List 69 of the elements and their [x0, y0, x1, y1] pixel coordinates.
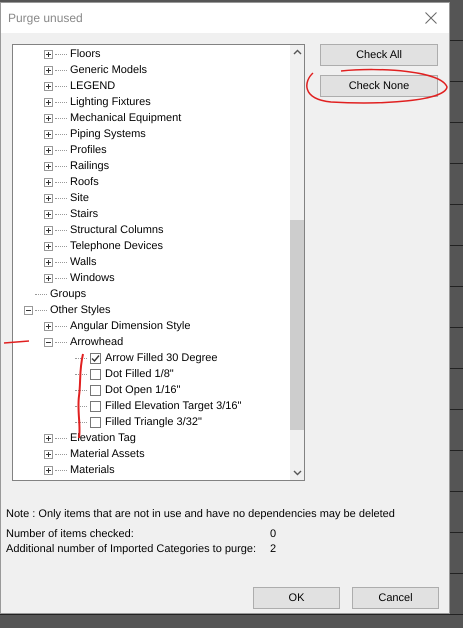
- tree-item[interactable]: Profiles: [70, 144, 107, 156]
- count-value: 2: [270, 543, 276, 555]
- expand-icon[interactable]: [44, 114, 53, 122]
- expand-icon[interactable]: [44, 450, 53, 458]
- expand-icon[interactable]: [44, 194, 53, 202]
- tree-item[interactable]: Angular Dimension Style: [70, 320, 190, 332]
- collapse-icon[interactable]: [44, 338, 53, 346]
- tree-item[interactable]: Filled Triangle 3/32": [105, 416, 202, 428]
- tree-item[interactable]: Railings: [70, 160, 110, 172]
- tree-item[interactable]: Telephone Devices: [70, 240, 163, 252]
- tree-item[interactable]: Elevation Tag: [70, 432, 136, 444]
- expand-icon[interactable]: [44, 242, 53, 250]
- count-value: 0: [270, 528, 276, 540]
- tree-item[interactable]: Material Assets: [70, 448, 145, 460]
- expand-icon[interactable]: [44, 226, 53, 234]
- tree-item[interactable]: Groups: [50, 288, 86, 300]
- side-button[interactable]: Check All: [320, 44, 438, 66]
- dialog-button[interactable]: Cancel: [352, 587, 439, 609]
- checkbox[interactable]: [90, 400, 101, 412]
- expand-icon[interactable]: [44, 258, 53, 266]
- tree-item[interactable]: Floors: [70, 48, 101, 60]
- checkbox[interactable]: [90, 352, 101, 364]
- expand-icon[interactable]: [44, 146, 53, 154]
- tree-item[interactable]: Windows: [70, 272, 115, 284]
- expand-icon[interactable]: [44, 466, 53, 474]
- dialog-button[interactable]: OK: [253, 587, 340, 609]
- tree-item[interactable]: Piping Systems: [70, 128, 146, 140]
- tree-item[interactable]: Dot Filled 1/8": [105, 368, 174, 380]
- window-title: Purge unused: [8, 11, 83, 25]
- tree-item[interactable]: LEGEND: [70, 80, 116, 92]
- tree-item[interactable]: Filled Elevation Target 3/16": [105, 400, 242, 412]
- tree-item[interactable]: Structural Columns: [70, 224, 164, 236]
- tree-item[interactable]: Arrow Filled 30 Degree: [105, 352, 218, 364]
- tree-item[interactable]: Roofs: [70, 176, 99, 188]
- close-icon[interactable]: [425, 12, 437, 24]
- checkbox[interactable]: [90, 384, 101, 396]
- scroll-up-icon[interactable]: [292, 49, 302, 55]
- scroll-down-icon[interactable]: [292, 470, 302, 476]
- tree-item[interactable]: Walls: [70, 256, 96, 268]
- expand-icon[interactable]: [44, 50, 53, 58]
- checkbox[interactable]: [90, 416, 101, 428]
- tree-item[interactable]: Site: [70, 192, 89, 204]
- expand-icon[interactable]: [44, 66, 53, 74]
- tree-item[interactable]: Stairs: [70, 208, 98, 220]
- expand-icon[interactable]: [44, 98, 53, 106]
- tree-item[interactable]: Arrowhead: [70, 336, 124, 348]
- note-text: Note : Only items that are not in use and have no dependencies may be deleted: [6, 508, 396, 520]
- tree-item[interactable]: Mechanical Equipment: [70, 112, 182, 124]
- expand-icon[interactable]: [44, 210, 53, 218]
- scroll-thumb[interactable]: [290, 220, 304, 430]
- expand-icon[interactable]: [44, 274, 53, 282]
- expand-icon[interactable]: [44, 162, 53, 170]
- expand-icon[interactable]: [44, 130, 53, 138]
- expand-icon[interactable]: [44, 178, 53, 186]
- tree-item[interactable]: Dot Open 1/16": [105, 384, 180, 396]
- tree-item[interactable]: Materials: [70, 464, 115, 476]
- scrollbar[interactable]: [290, 45, 304, 480]
- side-button[interactable]: Check None: [320, 75, 438, 97]
- tree-item[interactable]: Lighting Fixtures: [70, 96, 151, 108]
- expand-icon[interactable]: [44, 322, 53, 330]
- expand-icon[interactable]: [44, 434, 53, 442]
- count-label: Additional number of Imported Categories to purge:: [6, 543, 258, 555]
- annotation-dash: [4, 340, 30, 344]
- collapse-icon[interactable]: [24, 306, 33, 314]
- expand-icon[interactable]: [44, 82, 53, 90]
- tree-item[interactable]: Other Styles: [50, 304, 111, 316]
- checkbox[interactable]: [90, 368, 101, 380]
- tree-item[interactable]: Generic Models: [70, 64, 148, 76]
- count-label: Number of items checked:: [6, 528, 135, 540]
